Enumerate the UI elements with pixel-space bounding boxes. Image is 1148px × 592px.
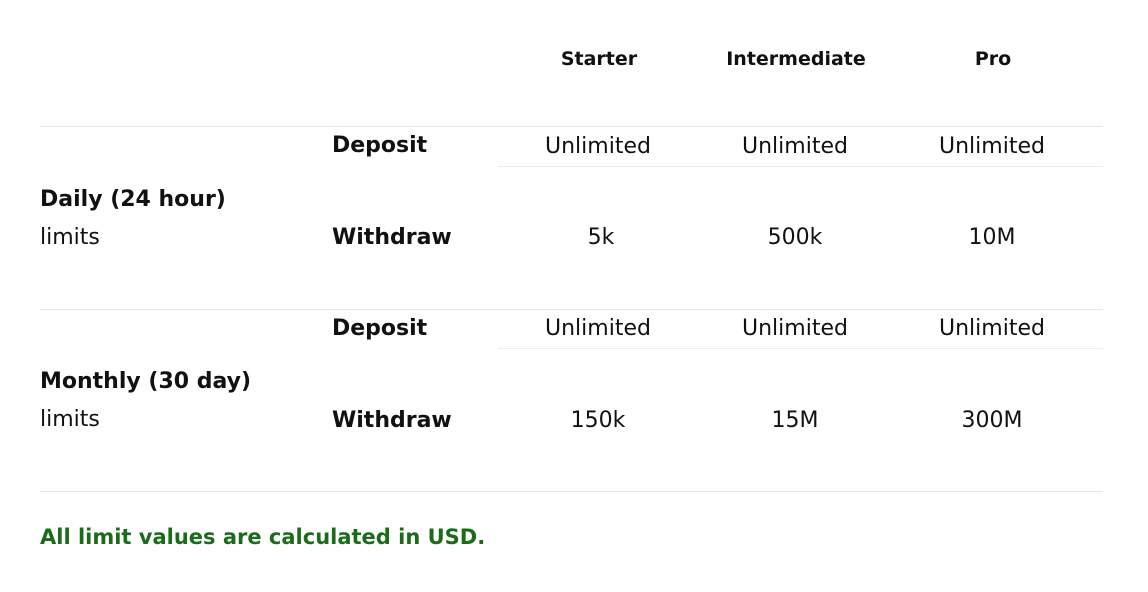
column-header-pro: Pro: [974, 48, 1012, 70]
column-header-intermediate: Intermediate: [726, 48, 866, 70]
row-label-deposit: Deposit: [332, 133, 428, 158]
usd-footnote: All limit values are calculated in USD.: [40, 525, 486, 549]
row-label-withdraw: Withdraw: [332, 408, 452, 433]
limits-table: Starter Intermediate Pro Daily (24 hour)…: [0, 0, 1148, 592]
column-header-starter: Starter: [560, 48, 638, 70]
group-label-daily: Daily (24 hour) limits: [40, 181, 226, 257]
row-label-withdraw: Withdraw: [332, 225, 452, 250]
divider: [40, 126, 1103, 127]
cell-monthly-withdraw-pro: 300M: [961, 408, 1023, 433]
divider: [40, 491, 1103, 492]
cell-daily-deposit-pro: Unlimited: [939, 134, 1045, 159]
cell-monthly-withdraw-starter: 150k: [570, 408, 626, 433]
cell-monthly-withdraw-intermediate: 15M: [771, 408, 819, 433]
group-title: Monthly (30 day): [40, 369, 252, 394]
cell-monthly-deposit-starter: Unlimited: [545, 316, 651, 341]
cell-daily-withdraw-intermediate: 500k: [767, 225, 823, 250]
group-title: Daily (24 hour): [40, 187, 226, 212]
cell-daily-deposit-intermediate: Unlimited: [742, 134, 848, 159]
cell-monthly-deposit-pro: Unlimited: [939, 316, 1045, 341]
cell-daily-deposit-starter: Unlimited: [545, 134, 651, 159]
row-divider: [498, 166, 1103, 167]
cell-monthly-deposit-intermediate: Unlimited: [742, 316, 848, 341]
divider: [40, 309, 1103, 310]
cell-daily-withdraw-starter: 5k: [587, 225, 615, 250]
cell-daily-withdraw-pro: 10M: [968, 225, 1016, 250]
row-label-deposit: Deposit: [332, 316, 428, 341]
group-subtitle: limits: [40, 225, 100, 250]
group-subtitle: limits: [40, 407, 100, 432]
group-label-monthly: Monthly (30 day) limits: [40, 363, 251, 439]
row-divider: [498, 348, 1103, 349]
